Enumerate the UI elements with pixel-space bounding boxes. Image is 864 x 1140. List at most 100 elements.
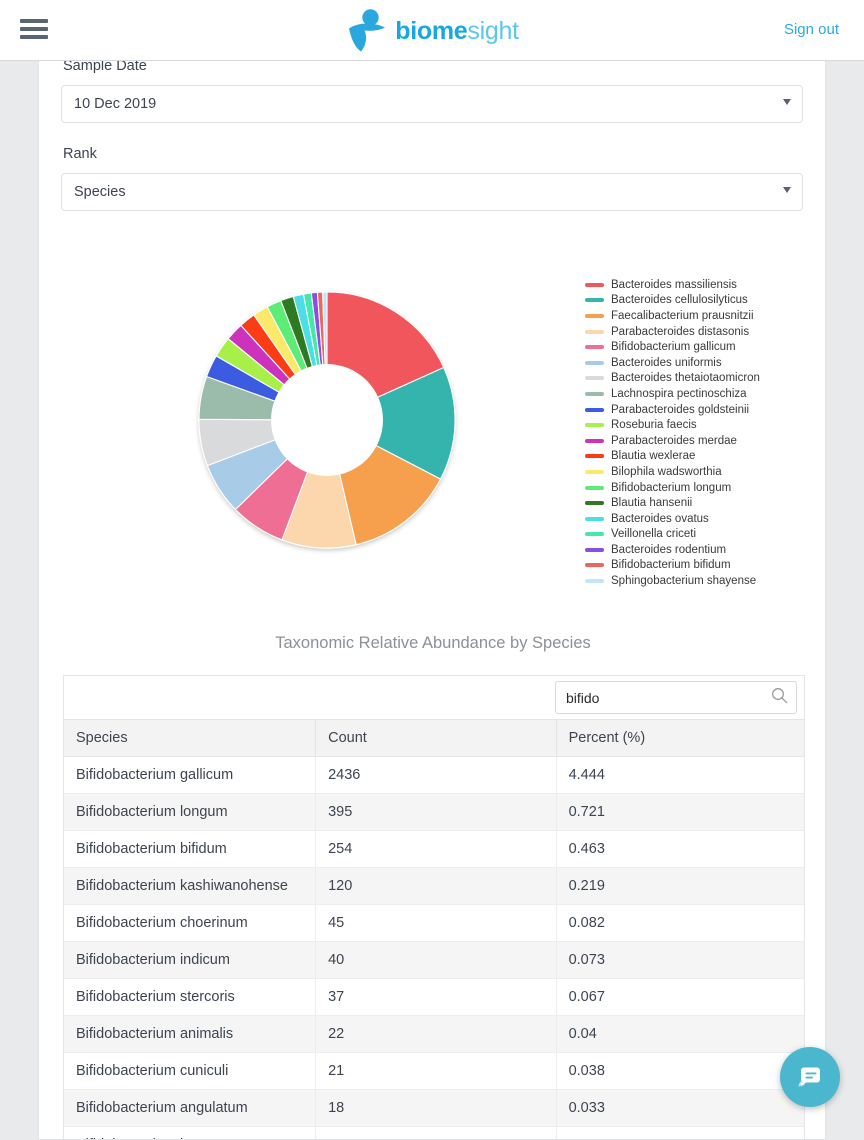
column-header-count[interactable]: Count (315, 720, 557, 757)
search-input[interactable] (564, 683, 764, 712)
table-row[interactable]: Bifidobacterium longum 395 0.721 (64, 793, 804, 831)
cell-count: 21 (315, 1052, 557, 1090)
cell-species: Bifidobacterium angulatum (64, 1089, 317, 1127)
legend-label: Parabacteroides goldsteinii (611, 403, 750, 416)
sample-date-select[interactable]: 10 Dec 2019 (61, 85, 803, 123)
cell-percent: 0.721 (556, 793, 804, 831)
table-row[interactable]: Bifidobacterium animalis 22 0.04 (64, 1015, 804, 1053)
legend-item[interactable]: Bilophila wadsworthia (585, 464, 825, 480)
cell-percent: 0.082 (556, 904, 804, 942)
legend-color-swatch (585, 454, 604, 459)
table-row[interactable]: Bifidobacterium gallicum 2436 4.444 (64, 756, 804, 794)
cell-species: Bifidobacterium stercoris (64, 978, 317, 1016)
rank-label: Rank (63, 146, 97, 162)
cell-species: Bifidobacterium kashiwanohense (64, 867, 317, 905)
donut-chart[interactable] (187, 280, 467, 560)
magnifier-icon[interactable] (771, 687, 788, 709)
legend-item[interactable]: Blautia hansenii (585, 495, 825, 511)
cell-percent: 0.073 (556, 941, 804, 979)
legend-item[interactable]: Parabacteroides distasonis (585, 324, 825, 340)
sample-date-value: 10 Dec 2019 (74, 96, 157, 112)
legend-item[interactable]: Lachnospira pectinoschiza (585, 386, 825, 402)
table-row[interactable]: Bifidobacterium stercoris 37 0.067 (64, 978, 804, 1016)
table-row[interactable]: Bifidobacterium breve120.022 (64, 1126, 804, 1139)
table-row[interactable]: Bifidobacterium bifidum 254 0.463 (64, 830, 804, 868)
table-row[interactable]: Bifidobacterium cuniculi 21 0.038 (64, 1052, 804, 1090)
table-row[interactable]: Bifidobacterium choerinum 45 0.082 (64, 904, 804, 942)
cell-species: Bifidobacterium gallicum (64, 756, 317, 794)
legend-label: Lachnospira pectinoschiza (611, 387, 747, 400)
table-toolbar (64, 676, 804, 720)
cell-species: Bifidobacterium breve (64, 1126, 317, 1139)
cell-species: Bifidobacterium cuniculi (64, 1052, 317, 1090)
cell-count: 395 (315, 793, 557, 831)
legend-color-swatch (585, 516, 604, 521)
cell-count: 18 (315, 1089, 557, 1127)
legend-label: Bacteroides uniformis (611, 356, 722, 369)
cell-percent: 0.033 (556, 1089, 804, 1127)
legend-color-swatch (585, 563, 604, 568)
legend-color-swatch (585, 298, 604, 303)
legend-label: Bifidobacterium bifidum (611, 559, 731, 572)
legend-item[interactable]: Bifidobacterium longum (585, 480, 825, 496)
legend-item[interactable]: Roseburia faecis (585, 417, 825, 433)
cell-count: 12 (315, 1126, 557, 1139)
legend-label: Bacteroides cellulosilyticus (611, 294, 748, 307)
legend-color-swatch (585, 345, 604, 350)
search-box[interactable] (555, 681, 797, 714)
legend-item[interactable]: Bacteroides cellulosilyticus (585, 293, 825, 309)
legend-item[interactable]: Parabacteroides merdae (585, 433, 825, 449)
legend-item[interactable]: Blautia wexlerae (585, 449, 825, 465)
table-header-row: Species Count Percent (%) (64, 720, 804, 757)
legend-color-swatch (585, 360, 604, 365)
legend-label: Bifidobacterium longum (611, 481, 732, 494)
species-table-container: Species Count Percent (%) Bifidobacteriu… (63, 675, 805, 1139)
legend-label: Blautia wexlerae (611, 450, 696, 463)
table-row[interactable]: Bifidobacterium kashiwanohense 120 0.219 (64, 867, 804, 905)
cell-percent: 0.04 (556, 1015, 804, 1053)
cell-percent: 0.067 (556, 978, 804, 1016)
legend-item[interactable]: Bacteroides rodentium (585, 542, 825, 558)
brand-text-secondary: sight (467, 17, 519, 45)
legend-color-swatch (585, 391, 604, 396)
legend-item[interactable]: Bacteroides thetaiotaomicron (585, 371, 825, 387)
species-table: Species Count Percent (%) Bifidobacteriu… (64, 720, 804, 1139)
legend-color-swatch (585, 438, 604, 443)
content-card: Sample Date 10 Dec 2019 Rank Species Bac… (38, 58, 826, 1140)
legend-color-swatch (585, 329, 604, 334)
legend-label: Bacteroides massiliensis (611, 278, 737, 291)
legend-color-swatch (585, 423, 604, 428)
table-row[interactable]: Bifidobacterium indicum 40 0.073 (64, 941, 804, 979)
rank-value: Species (74, 184, 126, 200)
legend-item[interactable]: Parabacteroides goldsteinii (585, 402, 825, 418)
legend-label: Faecalibacterium prausnitzii (611, 309, 754, 322)
hamburger-menu-icon[interactable] (20, 16, 50, 42)
legend-label: Bifidobacterium gallicum (611, 341, 736, 354)
cell-species: Bifidobacterium choerinum (64, 904, 317, 942)
legend-item[interactable]: Bifidobacterium bifidum (585, 558, 825, 574)
legend-item[interactable]: Sphingobacterium shayense (585, 573, 825, 589)
legend-item[interactable]: Bacteroides uniformis (585, 355, 825, 371)
legend-item[interactable]: Bifidobacterium gallicum (585, 339, 825, 355)
cell-count: 22 (315, 1015, 557, 1053)
legend-color-swatch (585, 547, 604, 552)
legend-item[interactable]: Veillonella criceti (585, 527, 825, 543)
table-row[interactable]: Bifidobacterium angulatum 18 0.033 (64, 1089, 804, 1127)
rank-select[interactable]: Species (61, 173, 803, 211)
legend-item[interactable]: Bacteroides ovatus (585, 511, 825, 527)
legend-item[interactable]: Faecalibacterium prausnitzii (585, 308, 825, 324)
table-body: Bifidobacterium gallicum 2436 4.444 Bifidob… (64, 756, 804, 1139)
taxonomic-abundance-chart: Bacteroides massiliensis Bacteroides cell… (39, 263, 825, 643)
column-header-species[interactable]: Species (64, 720, 317, 757)
legend-label: Parabacteroides distasonis (611, 325, 750, 338)
column-header-percent[interactable]: Percent (%) (556, 720, 804, 757)
legend-color-swatch (585, 501, 604, 506)
cell-count: 40 (315, 941, 557, 979)
legend-color-swatch (585, 313, 604, 318)
legend-label: Parabacteroides merdae (611, 434, 737, 447)
legend-item[interactable]: Bacteroides massiliensis (585, 277, 825, 293)
chat-widget-button[interactable] (780, 1047, 840, 1107)
sign-out-link[interactable]: Sign out (784, 21, 839, 38)
legend-label: Bacteroides ovatus (611, 512, 709, 525)
legend-color-swatch (585, 376, 604, 381)
